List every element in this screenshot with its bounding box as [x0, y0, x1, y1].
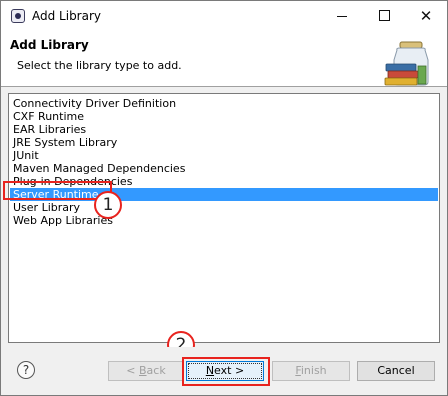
list-item[interactable]: Maven Managed Dependencies [10, 162, 438, 175]
eclipse-icon [11, 9, 25, 23]
close-button[interactable]: ✕ [406, 1, 446, 31]
list-item[interactable]: CXF Runtime [10, 110, 438, 123]
list-item[interactable]: JUnit [10, 149, 438, 162]
page-title: Add Library [10, 38, 89, 52]
finish-button-label: inish [300, 364, 327, 377]
close-icon: ✕ [419, 7, 433, 25]
list-item[interactable]: User Library [10, 201, 438, 214]
maximize-button[interactable] [364, 1, 404, 31]
wizard-header: Add Library Select the library type to a… [1, 32, 447, 86]
content-area: Connectivity Driver Definition CXF Runtim… [1, 87, 447, 347]
page-description: Select the library type to add. [17, 59, 182, 72]
back-button[interactable]: < Back [108, 361, 184, 381]
library-jar-icon [384, 41, 429, 86]
title-bar: Add Library ✕ [1, 1, 447, 32]
minimize-button[interactable] [322, 1, 362, 31]
back-button-label: ack [146, 364, 166, 377]
list-item[interactable]: EAR Libraries [10, 123, 438, 136]
annotation-step-1: 1 [94, 191, 122, 219]
maximize-icon [378, 9, 390, 21]
list-item[interactable]: Web App Libraries [10, 214, 438, 227]
window-title: Add Library [32, 9, 102, 23]
list-item[interactable]: Connectivity Driver Definition [10, 97, 438, 110]
list-item[interactable]: JRE System Library [10, 136, 438, 149]
finish-button[interactable]: Finish [272, 361, 350, 381]
help-button[interactable]: ? [17, 361, 35, 379]
back-button-prefix: < [126, 364, 139, 377]
library-type-list[interactable]: Connectivity Driver Definition CXF Runtim… [8, 93, 440, 343]
add-library-dialog: Add Library ✕ Add Library Select the lib… [0, 0, 448, 396]
minimize-icon [337, 15, 347, 17]
cancel-button[interactable]: Cancel [357, 361, 435, 381]
back-button-mnemonic: B [139, 364, 147, 377]
annotation-highlight-next [182, 357, 270, 386]
